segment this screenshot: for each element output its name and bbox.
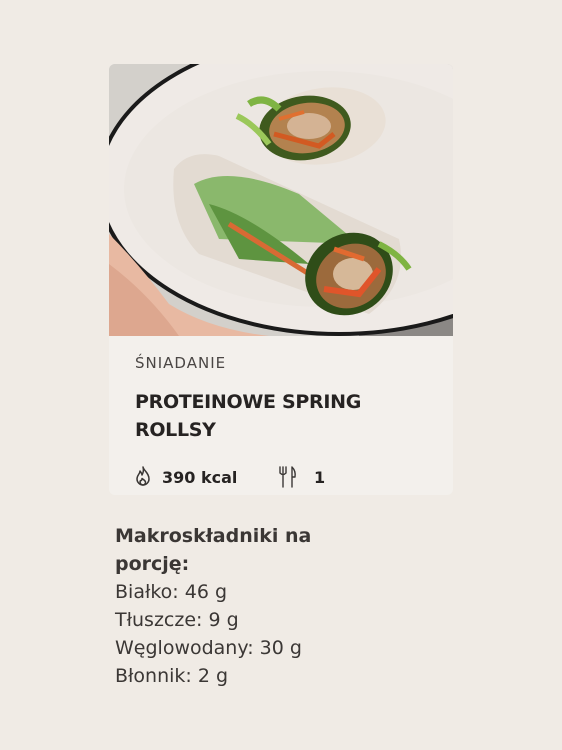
macro-fiber: Błonnik: 2 g [115,665,229,687]
macro-carbs: Węglowodany: 30 g [115,637,302,659]
flame-icon [136,466,150,486]
recipe-photo [109,64,453,336]
servings-value: 1 [314,467,326,487]
macro-protein: Białko: 46 g [115,581,228,603]
macros-heading: Makroskładniki na porcję: [115,525,312,575]
cutlery-icon [279,466,296,488]
calories-value: 390 kcal [162,467,238,487]
recipe-title[interactable]: PROTEINOWE SPRING ROLLSY [135,388,435,444]
recipe-category: ŚNIADANIE [135,354,227,372]
macro-fat: Tłuszcze: 9 g [115,609,239,631]
recipe-card[interactable]: ŚNIADANIE PROTEINOWE SPRING ROLLSY 390 k… [109,64,453,495]
servings-info: 1 [275,464,325,490]
calories-info: 390 kcal [131,464,237,490]
macros-section: Makroskładniki na porcję: Białko: 46 g T… [115,522,375,690]
